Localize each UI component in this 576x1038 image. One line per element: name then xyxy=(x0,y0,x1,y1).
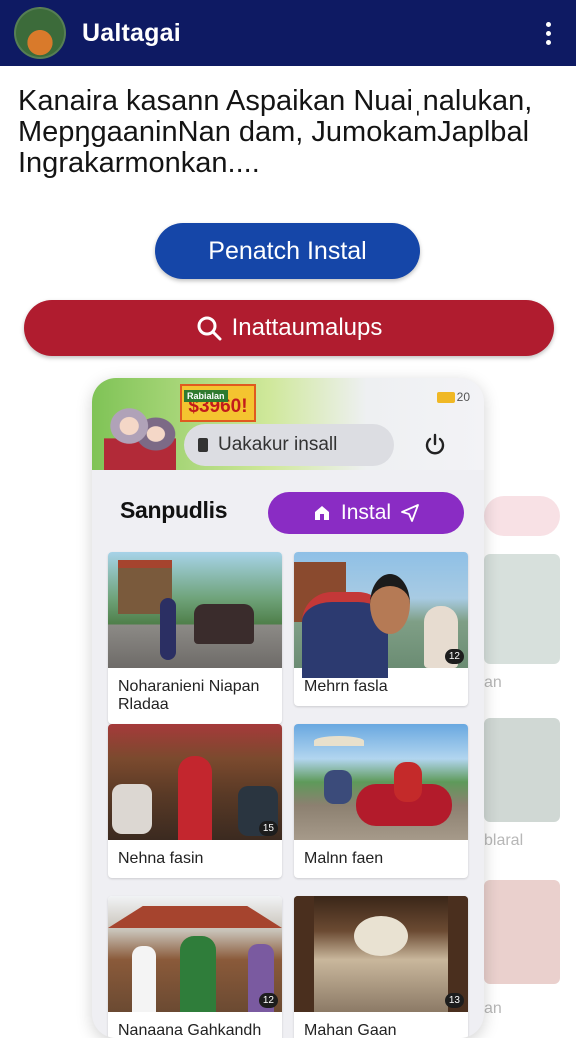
lock-icon xyxy=(198,438,208,452)
phone-mockup: Rabialan $3960! 20 Uakakur insall Sanpud… xyxy=(92,378,484,1038)
promo-price-badge: Rabialan $3960! xyxy=(180,384,256,422)
video-duration: 15 xyxy=(258,821,278,836)
video-duration: 12 xyxy=(444,649,464,664)
background-card-label: blaral xyxy=(484,832,524,849)
video-thumbnail: 13 xyxy=(294,896,468,1012)
background-card-label: an xyxy=(484,674,502,691)
phone-search-field[interactable]: Uakakur insall xyxy=(184,424,394,466)
section-title: Sanpudlis xyxy=(120,497,228,523)
instal-button-label: Instal xyxy=(340,501,392,524)
headline-text: Kanaira kasann Aspaikan Nuaiˌnalukan, Me… xyxy=(18,85,533,179)
avatar[interactable] xyxy=(14,7,66,59)
status-text: 20 xyxy=(456,390,470,404)
home-icon xyxy=(314,506,329,520)
app-title: Ualtagai xyxy=(82,18,181,47)
background-card-image xyxy=(484,554,560,664)
background-card-image xyxy=(484,718,560,822)
video-card[interactable]: Malnn faen xyxy=(294,724,468,878)
install-button[interactable]: Penatch Instal xyxy=(155,223,420,279)
power-icon[interactable] xyxy=(422,432,448,458)
search-button[interactable]: Inattaumalups xyxy=(24,300,554,356)
battery-icon xyxy=(436,391,455,403)
video-title: Mahan Gaan xyxy=(304,1022,397,1038)
video-card[interactable]: 15 Nehna fasin xyxy=(108,724,282,878)
banner-image xyxy=(104,390,176,470)
search-icon xyxy=(197,316,222,341)
video-thumbnail: 12 xyxy=(294,552,468,678)
video-card[interactable]: Noharanieni Niapan Rladaa xyxy=(108,552,282,724)
promo-small-tag: Rabialan xyxy=(184,390,228,402)
video-card[interactable]: 12 Nanaana Gahkandh xyxy=(108,896,282,1038)
video-title: Nanaana Gahkandh xyxy=(118,1022,262,1038)
video-thumbnail xyxy=(108,552,282,668)
video-title: Nehna fasin xyxy=(118,850,204,867)
video-title: Malnn faen xyxy=(304,850,384,867)
video-thumbnail: 12 xyxy=(108,896,282,1012)
video-thumbnail: 15 xyxy=(108,724,282,840)
status-indicator: 20 xyxy=(436,390,470,404)
app-bar: Ualtagai xyxy=(0,0,576,66)
phone-search-placeholder: Uakakur insall xyxy=(218,434,338,455)
video-duration: 12 xyxy=(258,993,278,1008)
video-duration: 13 xyxy=(444,993,464,1008)
search-button-label: Inattaumalups xyxy=(231,314,383,341)
background-card-image xyxy=(484,880,560,984)
video-thumbnail xyxy=(294,724,468,840)
video-card[interactable]: 13 Mahan Gaan xyxy=(294,896,468,1038)
more-vert-icon[interactable] xyxy=(546,22,554,45)
video-card[interactable]: 12 Mehrn fasla xyxy=(294,552,468,706)
background-card-label: an xyxy=(484,1000,502,1017)
background-pill xyxy=(484,496,560,536)
video-title: Noharanieni Niapan Rladaa xyxy=(118,678,260,713)
send-icon xyxy=(401,504,419,522)
instal-button[interactable]: Instal xyxy=(268,492,464,534)
